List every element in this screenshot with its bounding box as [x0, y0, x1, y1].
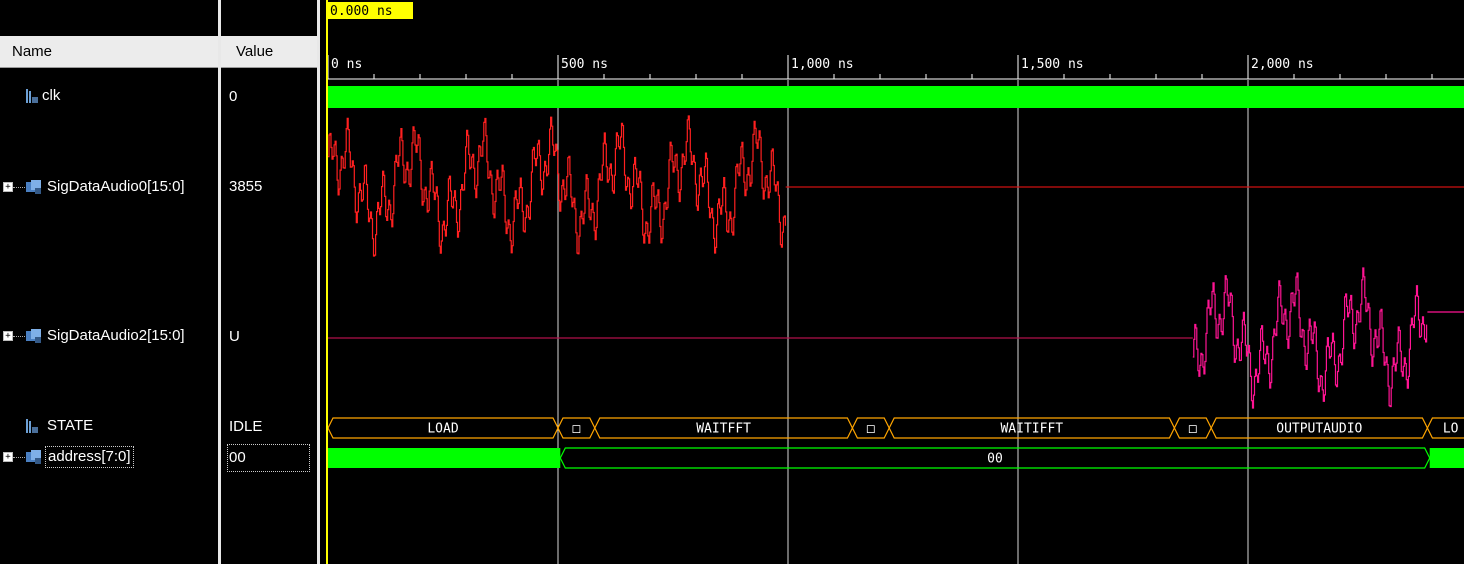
bus-signal-icon — [25, 448, 43, 473]
bus-segment-label: 00 — [987, 452, 1003, 467]
bus-segment-label: □ — [572, 422, 580, 437]
signal-row-address[interactable]: + address[7:0] — [0, 446, 218, 468]
bus-segment-label: LO — [1443, 422, 1459, 437]
signal-name: clk — [42, 87, 61, 104]
wave-sigdataaudio0[interactable] — [328, 115, 1464, 257]
signal-row-state[interactable]: STATE — [0, 415, 218, 437]
ruler-tick-label: 500 ns — [561, 57, 608, 72]
bus-segment-label: WAITIFFT — [1000, 422, 1063, 437]
signal-value: 0 — [229, 88, 238, 105]
time-gridlines — [557, 80, 1249, 564]
ruler-tick-label: 1,000 ns — [791, 57, 854, 72]
time-cursor[interactable]: 0.000 ns — [326, 0, 413, 564]
time-ruler[interactable]: 0 ns 500 ns 1,000 ns 1,500 ns 2,000 ns — [327, 55, 1464, 80]
bus-solid-segment — [328, 448, 561, 468]
signal-row-sigdataaudio0[interactable]: + SigDataAudio0[15:0] — [0, 176, 218, 198]
bus-segment-label: OUTPUTAUDIO — [1276, 422, 1362, 437]
bus-segment-label: □ — [1189, 422, 1197, 437]
wave-state[interactable]: LOAD □ WAITFFT □ WAITIFFT □ OUTPUTAUDIO LO — [327, 417, 1464, 439]
signal-value: U — [229, 328, 240, 345]
name-column-header[interactable]: Name — [0, 36, 218, 68]
signal-name: STATE — [47, 417, 94, 434]
signal-value: 00 — [227, 444, 310, 472]
analog-trace — [328, 115, 786, 257]
bus-solid-segment — [1429, 448, 1464, 468]
bus-segment-label: WAITFFT — [696, 422, 751, 437]
waveform-canvas[interactable]: 0 ns 500 ns 1,000 ns 1,500 ns 2,000 ns LOAD □… — [320, 0, 1464, 564]
value-column: Value 0 3855 U IDLE 00 — [221, 0, 317, 564]
wave-address[interactable]: 00 — [328, 447, 1464, 469]
signal-value: IDLE — [229, 418, 263, 435]
ruler-tick-label: 0 ns — [331, 57, 362, 72]
bus-signal-icon — [25, 178, 43, 203]
name-column: Name clk + SigDataAudio0[15:0] + SigData… — [0, 0, 218, 564]
signal-name: address[7:0] — [45, 446, 134, 468]
value-column-header[interactable]: Value — [221, 36, 317, 68]
ruler-tick-label: 1,500 ns — [1021, 57, 1084, 72]
signal-row-sigdataaudio2[interactable]: + SigDataAudio2[15:0] — [0, 325, 218, 347]
bus-segment-label: LOAD — [427, 422, 458, 437]
clk-band — [328, 86, 1464, 108]
expand-plus-icon[interactable]: + — [3, 452, 13, 462]
wave-sigdataaudio2[interactable] — [328, 267, 1464, 409]
bus-segment-label: □ — [867, 422, 875, 437]
expand-plus-icon[interactable]: + — [3, 182, 13, 192]
signal-row-clk[interactable]: clk — [0, 85, 218, 107]
cursor-label: 0.000 ns — [330, 4, 393, 19]
wave-clk[interactable] — [328, 86, 1464, 108]
bit-signal-icon — [24, 417, 40, 442]
signal-name: SigDataAudio2[15:0] — [47, 327, 185, 344]
expand-plus-icon[interactable]: + — [3, 331, 13, 341]
signal-name: SigDataAudio0[15:0] — [47, 178, 185, 195]
bus-signal-icon — [25, 327, 43, 352]
signal-value: 3855 — [229, 178, 263, 195]
bit-signal-icon — [24, 87, 40, 112]
analog-trace — [1192, 267, 1428, 409]
ruler-tick-label: 2,000 ns — [1251, 57, 1314, 72]
